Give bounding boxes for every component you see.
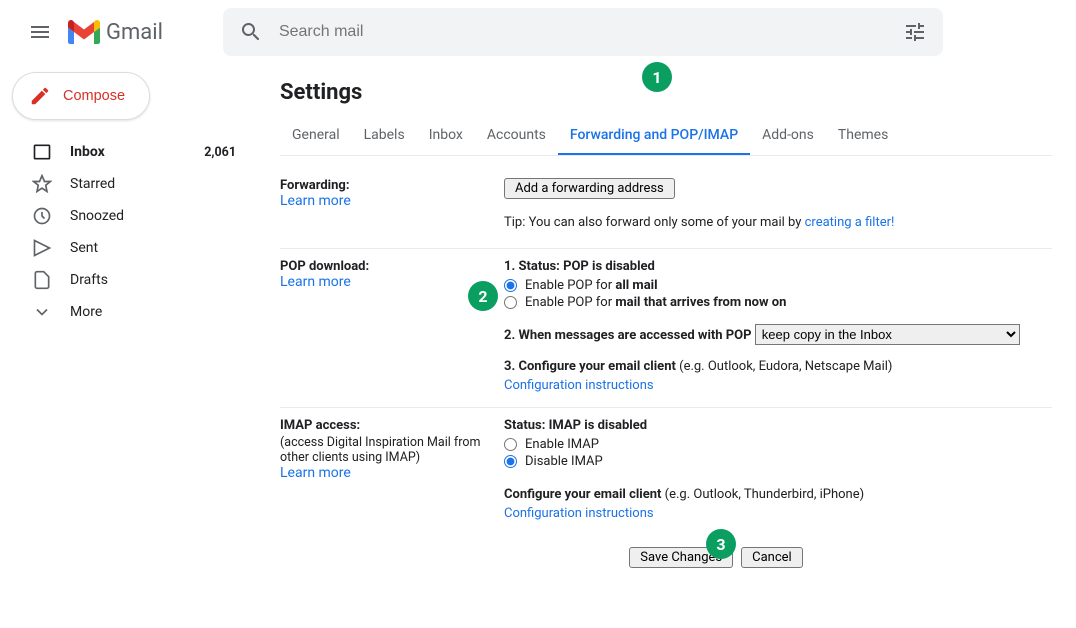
pop-step3: 3. Configure your email client	[504, 359, 676, 374]
pop-option1-text: Enable POP for	[525, 278, 615, 293]
imap-section: IMAP access: (access Digital Inspiration…	[280, 408, 1052, 535]
sidebar-label: Starred	[70, 176, 236, 192]
inbox-count: 2,061	[204, 145, 236, 160]
pencil-icon	[29, 85, 51, 107]
sidebar-label: More	[70, 304, 236, 320]
search-icon	[239, 20, 263, 44]
sidebar-label: Sent	[70, 240, 236, 256]
imap-configure-rest: (e.g. Outlook, Thunderbird, iPhone)	[661, 487, 864, 502]
imap-config-link[interactable]: Configuration instructions	[504, 506, 654, 521]
pop-title: POP download:	[280, 259, 492, 274]
imap-enable-label: Enable IMAP	[525, 437, 599, 452]
sidebar-label: Inbox	[70, 144, 204, 160]
main-menu-button[interactable]	[16, 8, 64, 56]
pop-action-select[interactable]: keep copy in the Inbox	[755, 324, 1020, 345]
add-forwarding-button[interactable]: Add a forwarding address	[504, 178, 675, 199]
sidebar-item-sent[interactable]: Sent	[8, 232, 248, 264]
imap-disable-radio[interactable]	[504, 455, 517, 468]
pop-option2-bold: mail that arrives from now on	[615, 295, 786, 310]
sidebar-item-more[interactable]: More	[8, 296, 248, 328]
inbox-icon	[32, 142, 52, 162]
pop-all-mail-radio[interactable]	[504, 279, 517, 292]
callout-1: 1	[642, 62, 672, 92]
sidebar-item-snoozed[interactable]: Snoozed	[8, 200, 248, 232]
pop-status: 1. Status: POP is disabled	[504, 259, 1052, 274]
pop-step2: 2. When messages are accessed with POP	[504, 328, 752, 343]
sidebar-item-inbox[interactable]: Inbox 2,061	[8, 136, 248, 168]
send-icon	[32, 238, 52, 258]
compose-label: Compose	[63, 88, 125, 104]
pop-config-link[interactable]: Configuration instructions	[504, 378, 654, 393]
search-input[interactable]	[279, 23, 903, 41]
pop-option2-text: Enable POP for	[525, 295, 615, 310]
imap-enable-radio[interactable]	[504, 438, 517, 451]
chevron-down-icon	[32, 302, 52, 322]
cancel-button[interactable]: Cancel	[741, 547, 803, 568]
clock-icon	[32, 206, 52, 226]
imap-subtitle: (access Digital Inspiration Mail from ot…	[280, 435, 492, 465]
pop-section: 2 POP download: Learn more 1. Status: PO…	[280, 249, 1052, 408]
forwarding-section: Forwarding: Learn more Add a forwarding …	[280, 168, 1052, 249]
pop-step3-rest: (e.g. Outlook, Eudora, Netscape Mail)	[676, 359, 893, 374]
file-icon	[32, 270, 52, 290]
sidebar-label: Snoozed	[70, 208, 236, 224]
forwarding-title: Forwarding:	[280, 178, 492, 193]
create-filter-link[interactable]: creating a filter!	[805, 215, 895, 230]
sidebar-label: Drafts	[70, 272, 236, 288]
callout-2: 2	[468, 281, 498, 311]
tune-icon[interactable]	[903, 20, 927, 44]
imap-configure: Configure your email client	[504, 487, 661, 502]
tab-accounts[interactable]: Accounts	[475, 117, 558, 155]
compose-button[interactable]: Compose	[12, 72, 150, 120]
pop-learn-more-link[interactable]: Learn more	[280, 274, 351, 290]
imap-learn-more-link[interactable]: Learn more	[280, 465, 351, 481]
forwarding-learn-more-link[interactable]: Learn more	[280, 193, 351, 209]
sidebar-item-starred[interactable]: Starred	[8, 168, 248, 200]
imap-status: Status: IMAP is disabled	[504, 418, 1052, 433]
pop-now-on-radio[interactable]	[504, 296, 517, 309]
imap-disable-label: Disable IMAP	[525, 454, 603, 469]
hamburger-icon	[28, 20, 52, 44]
callout-3: 3	[706, 529, 736, 559]
tab-inbox[interactable]: Inbox	[417, 117, 475, 155]
pop-option1-bold: all mail	[615, 278, 657, 293]
gmail-logo-icon	[68, 20, 100, 44]
tab-themes[interactable]: Themes	[826, 117, 900, 155]
sidebar-item-drafts[interactable]: Drafts	[8, 264, 248, 296]
tab-labels[interactable]: Labels	[352, 117, 417, 155]
tab-forwarding[interactable]: Forwarding and POP/IMAP	[558, 117, 750, 155]
action-buttons: 3 Save Changes Cancel	[380, 535, 1052, 580]
tab-addons[interactable]: Add-ons	[750, 117, 826, 155]
tab-general[interactable]: General	[280, 117, 352, 155]
settings-tabs: General Labels Inbox Accounts Forwarding…	[280, 117, 1052, 156]
star-icon	[32, 174, 52, 194]
search-bar[interactable]	[223, 8, 943, 56]
gmail-logo[interactable]: Gmail	[68, 20, 163, 45]
forwarding-tip: Tip: You can also forward only some of y…	[504, 215, 805, 230]
imap-title: IMAP access:	[280, 418, 492, 433]
gmail-logo-text: Gmail	[106, 20, 163, 45]
